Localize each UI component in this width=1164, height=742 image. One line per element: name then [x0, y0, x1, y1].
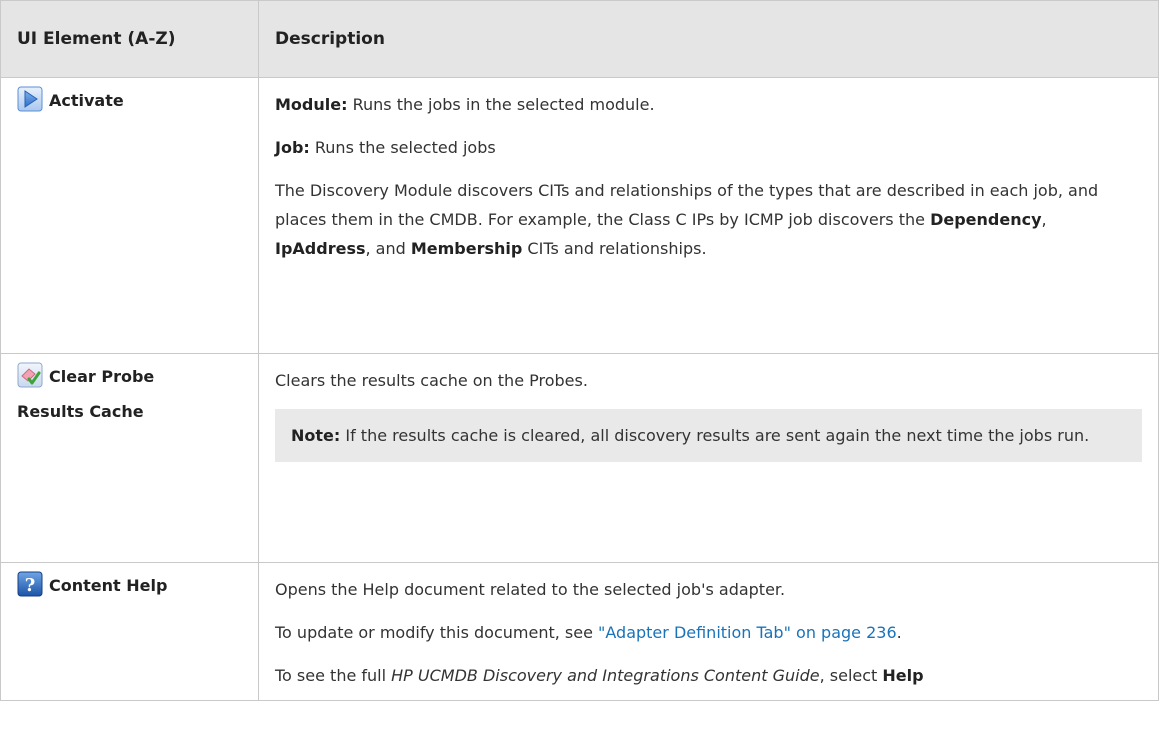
note-text: If the results cache is cleared, all dis…: [340, 426, 1090, 445]
discovery-paragraph: The Discovery Module discovers CITs and …: [275, 176, 1142, 263]
description-cell: Module: Runs the jobs in the selected mo…: [258, 77, 1159, 354]
guide-title: HP UCMDB Discovery and Integrations Cont…: [391, 666, 820, 685]
ui-element-cell: Activate: [0, 77, 259, 354]
guide-paragraph: To see the full HP UCMDB Discovery and I…: [275, 661, 1142, 690]
description-cell: Opens the Help document related to the s…: [258, 562, 1159, 701]
update-text-pre: To update or modify this document, see: [275, 623, 599, 642]
eraser-check-icon: [17, 362, 43, 397]
content-help-label: Content Help: [49, 576, 168, 595]
term-membership: Membership: [410, 239, 523, 258]
update-text-post: .: [896, 623, 902, 642]
reference-page: UI Element (A-Z) Description Activate Mo…: [0, 0, 1164, 742]
job-paragraph: Job: Runs the selected jobs: [275, 133, 1142, 162]
guide-text-mid: , select: [819, 666, 883, 685]
table-row: ? Content Help Opens the Help document r…: [0, 562, 1159, 701]
adapter-definition-tab-link[interactable]: "Adapter Definition Tab" on page 236: [598, 623, 897, 642]
ui-elements-table: UI Element (A-Z) Description Activate Mo…: [0, 0, 1159, 701]
separator-1: ,: [1041, 210, 1047, 229]
table-row: Activate Module: Runs the jobs in the se…: [0, 77, 1159, 354]
column-header-description: Description: [258, 0, 1159, 78]
question-mark-icon: ?: [17, 571, 43, 606]
guide-text-pre: To see the full: [275, 666, 392, 685]
play-arrow-icon: [17, 86, 43, 121]
content-help-description: Opens the Help document related to the s…: [275, 580, 786, 599]
column-header-element: UI Element (A-Z): [0, 0, 259, 78]
table-row: Clear Probe Results Cache Clears the res…: [0, 353, 1159, 563]
clear-cache-label-line2: Results Cache: [17, 402, 144, 421]
module-paragraph: Module: Runs the jobs in the selected mo…: [275, 90, 1142, 119]
note-box: Note: If the results cache is cleared, a…: [275, 409, 1142, 462]
term-ipaddress: IpAddress: [275, 239, 366, 258]
clear-cache-label-line1: Clear Probe: [49, 367, 155, 386]
update-paragraph: To update or modify this document, see "…: [275, 618, 1142, 647]
note-label: Note:: [291, 426, 341, 445]
term-dependency: Dependency: [930, 210, 1042, 229]
job-label: Job:: [275, 138, 310, 157]
clear-cache-description: Clears the results cache on the Probes.: [275, 371, 588, 390]
module-text: Runs the jobs in the selected module.: [347, 95, 655, 114]
module-label: Module:: [275, 95, 348, 114]
help-menu-term: Help: [882, 666, 924, 685]
description-cell: Clears the results cache on the Probes. …: [258, 353, 1159, 563]
ui-element-cell: ? Content Help: [0, 562, 259, 701]
activate-label: Activate: [49, 91, 124, 110]
discovery-text-b: CITs and relationships.: [522, 239, 707, 258]
ui-element-cell: Clear Probe Results Cache: [0, 353, 259, 563]
table-header-row: UI Element (A-Z) Description: [0, 0, 1159, 78]
separator-2: , and: [365, 239, 411, 258]
job-text: Runs the selected jobs: [309, 138, 496, 157]
svg-text:?: ?: [25, 575, 36, 596]
